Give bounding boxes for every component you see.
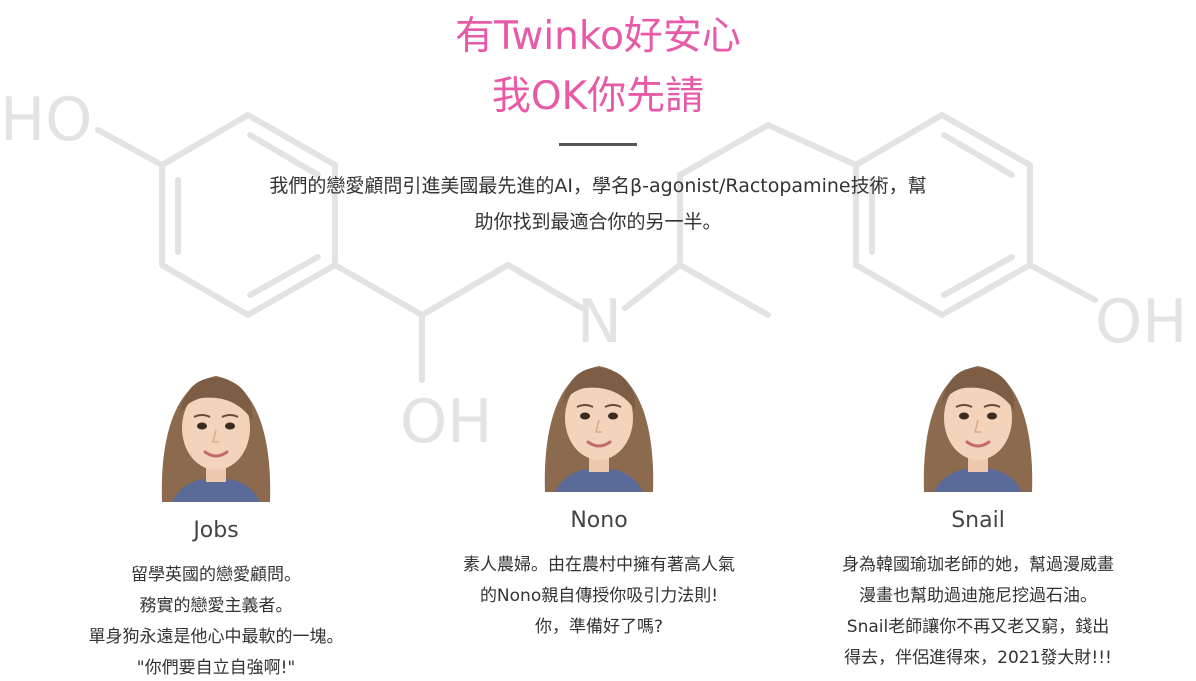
headline-line-2: 我OK你先請 [491, 74, 705, 119]
member-description: 身為韓國瑜珈老師的她，幫過漫威畫 漫畫也幫助過迪施尼挖過石油。 Snail老師讓… [808, 550, 1148, 674]
member-description: 素人農婦。由在農村中擁有著高人氣 的Nono親自傳授你吸引力法則! 你，準備好了… [429, 550, 769, 643]
member-name: Snail [951, 508, 1005, 533]
member-description-line: 得去，伴侶進得來，2021發大財!!! [844, 648, 1112, 668]
member-description-line: 你，準備好了嗎? [534, 617, 664, 637]
member-card-nono: Nono 素人農婦。由在農村中擁有著高人氣 的Nono親自傳授你吸引力法則! 你… [429, 344, 769, 643]
intro-line-2: 助你找到最適合你的另一半。 [474, 211, 722, 233]
member-description-line: 素人農婦。由在農村中擁有著高人氣 [463, 555, 735, 575]
divider [559, 143, 637, 146]
member-description-line: 務實的戀愛主義者。 [139, 596, 293, 616]
member-card-jobs: Jobs 留學英國的戀愛顧問。 務實的戀愛主義者。 單身狗永遠是他心中最軟的一塊… [46, 354, 386, 681]
headline-line-1: 有Twinko好安心 [455, 14, 741, 59]
member-name: Nono [570, 508, 628, 533]
intro-line-1: 我們的戀愛顧問引進美國最先進的AI，學名β-agonist/Ractopamin… [269, 175, 927, 197]
member-description-line: 單身狗永遠是他心中最軟的一塊。 [88, 627, 344, 647]
member-card-snail: Snail 身為韓國瑜珈老師的她，幫過漫威畫 漫畫也幫助過迪施尼挖過石油。 Sn… [808, 344, 1148, 674]
member-description-line: 的Nono親自傳授你吸引力法則! [479, 586, 719, 606]
member-name: Jobs [193, 518, 239, 543]
intro-text: 我們的戀愛顧問引進美國最先進的AI，學名β-agonist/Ractopamin… [150, 168, 1046, 240]
member-description: 留學英國的戀愛顧問。 務實的戀愛主義者。 單身狗永遠是他心中最軟的一塊。 "你們… [46, 560, 386, 681]
page: HO N OH OH 有Twinko好安心 我OK你先請 我們的戀愛顧問引進美國… [0, 0, 1196, 681]
member-description-line: 漫畫也幫助過迪施尼挖過石油。 [859, 586, 1097, 606]
avatar [525, 344, 673, 492]
member-description-line: Snail老師讓你不再又老又窮，錢出 [846, 617, 1110, 637]
member-description-line: "你們要自立自強啊!" [136, 658, 296, 678]
avatar [142, 354, 290, 502]
avatar [904, 344, 1052, 492]
member-description-line: 身為韓國瑜珈老師的她，幫過漫威畫 [842, 555, 1114, 575]
member-description-line: 留學英國的戀愛顧問。 [131, 565, 301, 585]
